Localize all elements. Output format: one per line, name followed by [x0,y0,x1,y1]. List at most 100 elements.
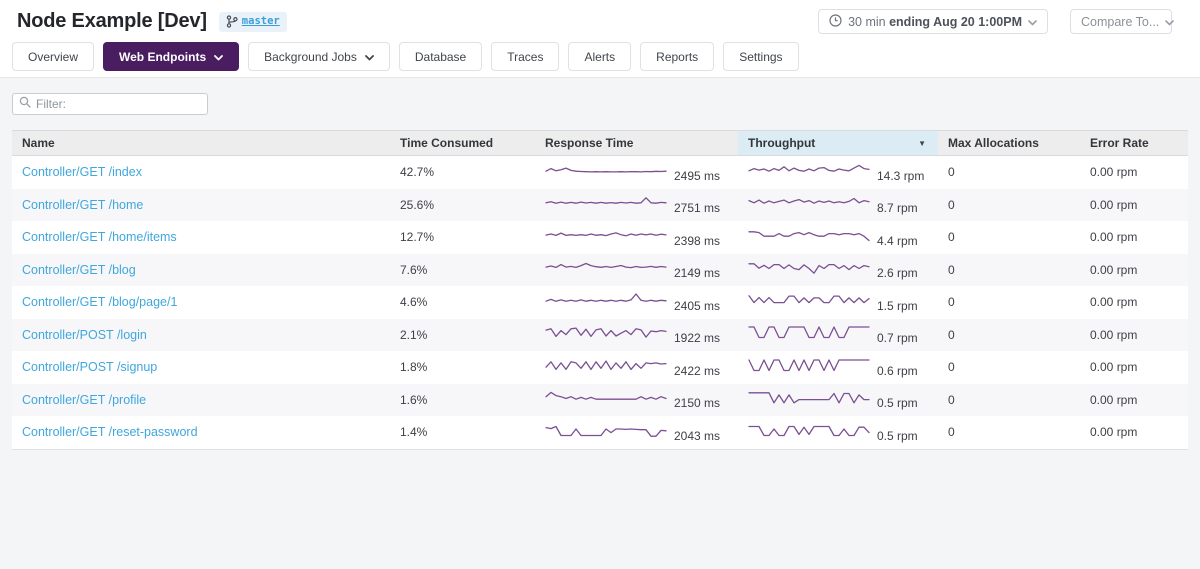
app-header: Node Example [Dev] master 30 min ending … [0,0,1200,78]
branch-link[interactable]: master [242,15,280,27]
time-consumed-value: 2.1% [400,327,428,342]
branch-badge[interactable]: master [218,11,287,32]
throughput-sparkline [748,263,870,275]
error-rate-value: 0.00 rpm [1090,425,1138,440]
time-range-label: 30 min ending Aug 20 1:00PM [848,14,1022,29]
endpoint-link[interactable]: Controller/GET /index [22,165,142,179]
compare-to-label: Compare To... [1081,14,1160,29]
throughput-value: 0.5 rpm [877,428,918,443]
time-range-picker[interactable]: 30 min ending Aug 20 1:00PM [818,9,1048,34]
error-rate-value: 0.00 rpm [1090,360,1138,375]
max-allocations-value: 0 [948,425,955,440]
max-allocations-value: 0 [948,197,955,212]
table-row: Controller/GET /home 25.6% 2751 ms 8.7 r… [12,188,1188,221]
throughput-value: 4.4 rpm [877,233,918,248]
table-row: Controller/POST /signup 1.8% 2422 ms 0.6… [12,351,1188,384]
response-time-sparkline [545,392,667,401]
throughput-value: 0.7 rpm [877,331,918,346]
endpoint-link[interactable]: Controller/POST /signup [22,360,157,374]
error-rate-value: 0.00 rpm [1090,327,1138,342]
throughput-value: 0.6 rpm [877,363,918,378]
response-time-value: 2751 ms [674,201,721,216]
content-area: Name Time Consumed Response Time Through… [0,78,1200,450]
chevron-down-icon [214,50,224,64]
column-header-throughput[interactable]: Throughput ▼ [738,131,938,155]
throughput-value: 1.5 rpm [877,298,918,313]
time-consumed-value: 7.6% [400,262,428,277]
filter-box [12,93,208,115]
response-time-value: 2043 ms [674,428,721,443]
error-rate-value: 0.00 rpm [1090,230,1138,245]
throughput-sparkline [748,326,870,339]
error-rate-value: 0.00 rpm [1090,165,1138,180]
git-branch-icon [226,14,238,28]
endpoint-link[interactable]: Controller/GET /reset-password [22,425,198,439]
time-consumed-value: 12.7% [400,230,435,245]
top-controls: 30 min ending Aug 20 1:00PM Compare To..… [818,9,1175,34]
response-time-value: 2405 ms [674,298,721,313]
throughput-value: 8.7 rpm [877,201,918,216]
error-rate-value: 0.00 rpm [1090,295,1138,310]
throughput-sparkline [748,425,870,436]
response-time-sparkline [545,360,667,370]
table-row: Controller/GET /blog/page/1 4.6% 2405 ms… [12,286,1188,319]
column-header-time-consumed[interactable]: Time Consumed [390,131,535,155]
search-icon [19,95,31,113]
column-header-error-rate[interactable]: Error Rate [1080,131,1188,155]
response-time-value: 2495 ms [674,168,721,183]
tab-label: Reports [656,49,699,64]
chevron-down-icon [1165,15,1175,29]
table-row: Controller/GET /index 42.7% 2495 ms 14.3… [12,156,1188,189]
tab-reports[interactable]: Reports [640,42,715,71]
table-header-row: Name Time Consumed Response Time Through… [12,130,1188,156]
column-header-name[interactable]: Name [12,131,390,155]
max-allocations-value: 0 [948,165,955,180]
column-header-response-time[interactable]: Response Time [535,131,738,155]
filter-input[interactable] [36,97,201,111]
tab-background-jobs[interactable]: Background Jobs [248,42,390,71]
response-time-sparkline [545,231,667,237]
response-time-sparkline [545,327,667,339]
response-time-sparkline [545,425,667,437]
tab-label: Web Endpoints [119,49,207,64]
response-time-value: 1922 ms [674,331,721,346]
endpoints-table: Name Time Consumed Response Time Through… [12,130,1188,450]
throughput-sparkline [748,164,870,172]
column-header-max-allocations[interactable]: Max Allocations [938,131,1080,155]
endpoint-link[interactable]: Controller/GET /home/items [22,230,177,244]
compare-to-dropdown[interactable]: Compare To... [1070,9,1175,34]
tab-label: Overview [28,49,79,64]
error-rate-value: 0.00 rpm [1090,197,1138,212]
endpoint-link[interactable]: Controller/POST /login [22,328,147,342]
tab-web-endpoints[interactable]: Web Endpoints [103,42,240,71]
time-consumed-value: 4.6% [400,295,428,310]
tab-overview[interactable]: Overview [12,42,95,71]
time-consumed-value: 1.4% [400,425,428,440]
throughput-value: 0.5 rpm [877,396,918,411]
sort-descending-icon: ▼ [918,138,926,148]
max-allocations-value: 0 [948,392,955,407]
throughput-value: 14.3 rpm [877,168,925,183]
table-body: Controller/GET /index 42.7% 2495 ms 14.3… [12,156,1188,450]
response-time-value: 2150 ms [674,396,721,411]
endpoint-link[interactable]: Controller/GET /profile [22,393,146,407]
endpoint-link[interactable]: Controller/GET /blog/page/1 [22,295,177,309]
endpoint-link[interactable]: Controller/GET /home [22,198,143,212]
endpoint-link[interactable]: Controller/GET /blog [22,263,136,277]
tab-traces[interactable]: Traces [491,42,560,71]
tab-alerts[interactable]: Alerts [568,42,632,71]
page-title: Node Example [Dev] [17,10,207,32]
response-time-sparkline [545,293,667,302]
tab-label: Alerts [584,49,616,64]
apm-dashboard: Node Example [Dev] master 30 min ending … [0,0,1200,569]
tab-settings[interactable]: Settings [723,42,799,71]
max-allocations-value: 0 [948,230,955,245]
clock-icon [829,13,842,30]
tab-label: Background Jobs [264,49,357,64]
max-allocations-value: 0 [948,360,955,375]
error-rate-value: 0.00 rpm [1090,262,1138,277]
table-row: Controller/GET /blog 7.6% 2149 ms 2.6 rp… [12,253,1188,286]
throughput-sparkline [748,230,870,241]
tab-database[interactable]: Database [398,42,483,71]
time-consumed-value: 1.6% [400,392,428,407]
